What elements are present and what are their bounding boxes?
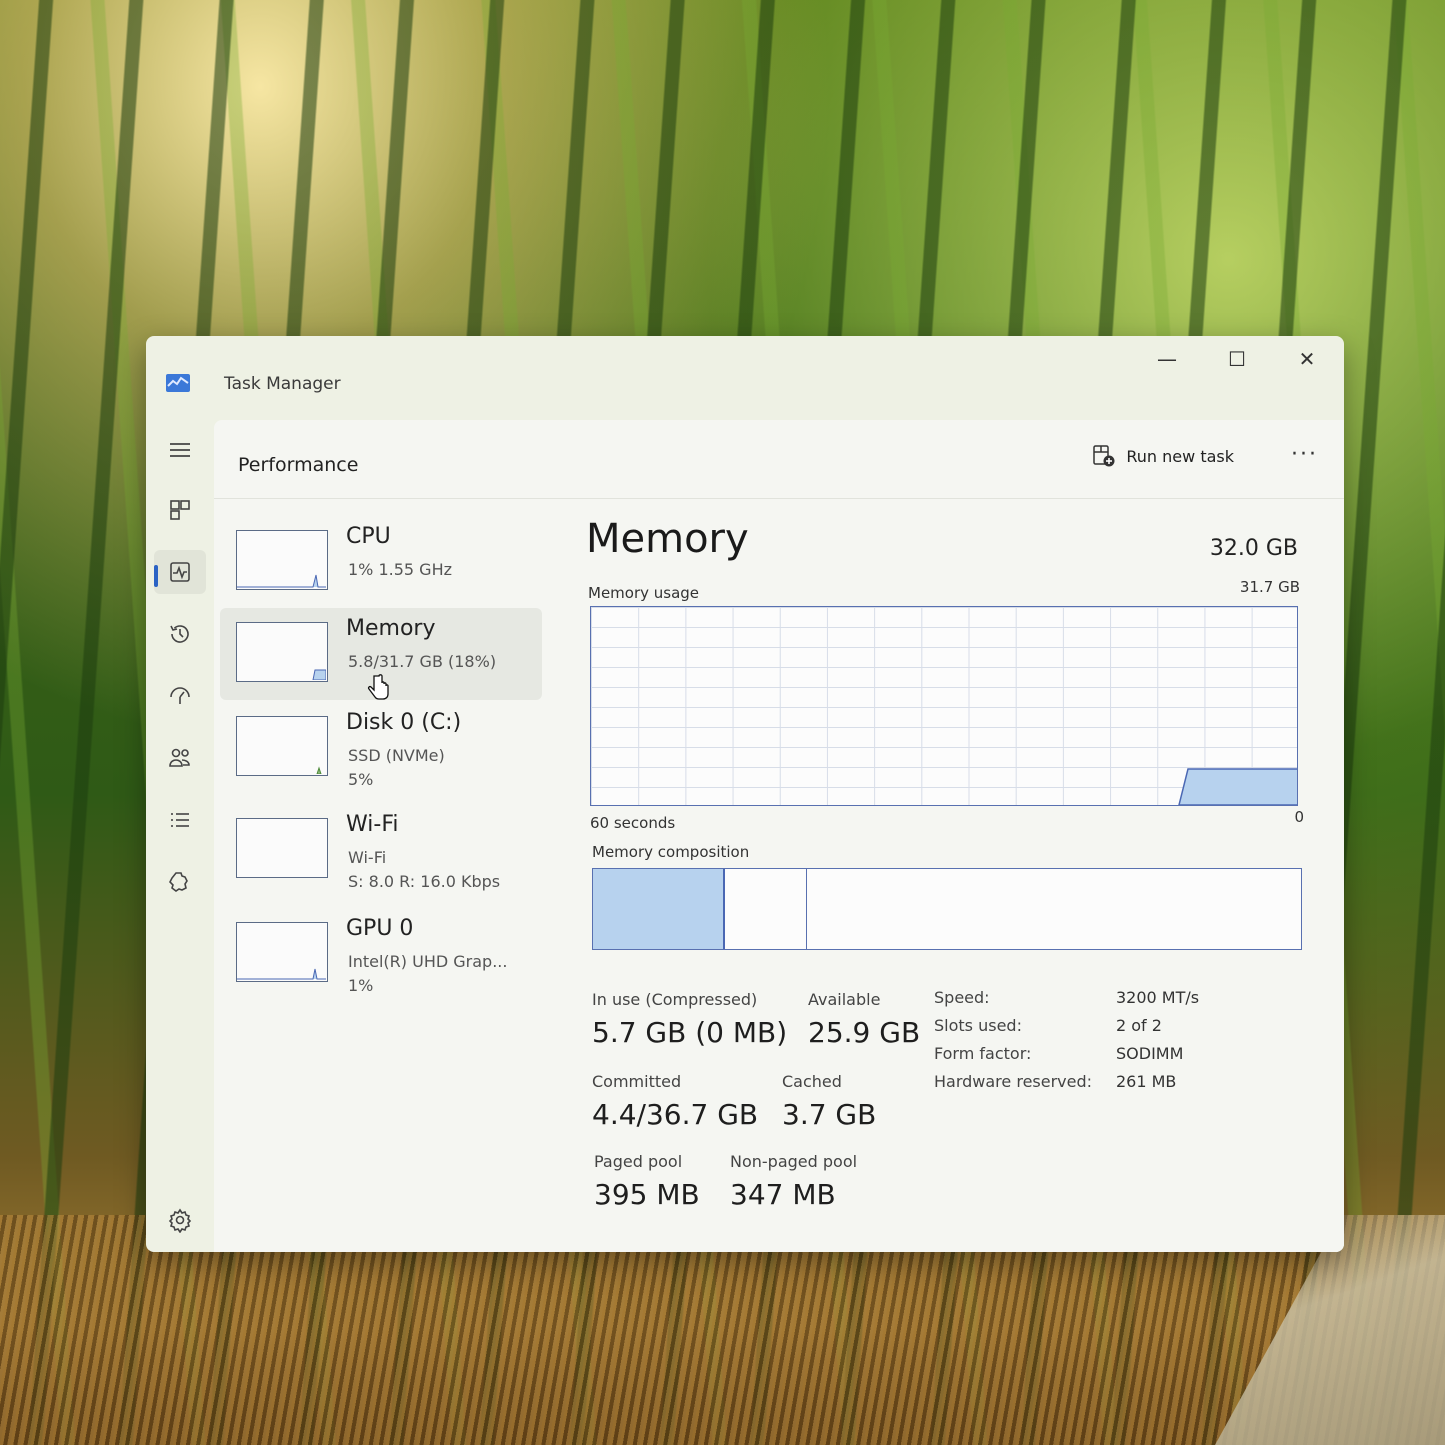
committed-label: Committed <box>592 1072 682 1091</box>
form-factor-value: SODIMM <box>1116 1044 1184 1063</box>
processes-icon[interactable] <box>154 488 206 532</box>
close-button[interactable]: ✕ <box>1282 344 1332 374</box>
performance-icon[interactable] <box>154 550 206 594</box>
form-factor-label: Form factor: <box>934 1044 1032 1063</box>
slots-used-value: 2 of 2 <box>1116 1016 1162 1035</box>
in-use-label: In use (Compressed) <box>592 990 758 1009</box>
resource-name: Memory <box>346 616 436 641</box>
in-use-value: 5.7 GB (0 MB) <box>592 1016 788 1049</box>
task-manager-window: Task Manager — ☐ ✕ Performance Run new t… <box>146 336 1344 1252</box>
paged-pool-value: 395 MB <box>594 1178 700 1211</box>
window-title: Task Manager <box>224 374 341 394</box>
resource-item-memory[interactable]: Memory 5.8/31.7 GB (18%) <box>220 608 542 700</box>
committed-value: 4.4/36.7 GB <box>592 1098 759 1131</box>
memory-composition-label: Memory composition <box>592 843 750 861</box>
users-icon[interactable] <box>154 736 206 780</box>
speed-value: 3200 MT/s <box>1116 988 1200 1007</box>
nav-rail <box>146 420 214 1252</box>
resource-item-cpu[interactable]: CPU 1% 1.55 GHz <box>220 516 542 608</box>
memory-usage-area <box>1178 768 1297 805</box>
graph-axis-left: 60 seconds <box>590 814 676 832</box>
memory-composition-bar <box>592 868 1302 950</box>
resource-detail-2: S: 8.0 R: 16.0 Kbps <box>348 872 501 891</box>
resource-detail: 5.8/31.7 GB (18%) <box>348 652 497 671</box>
available-value: 25.9 GB <box>808 1016 921 1049</box>
resource-detail: 1% 1.55 GHz <box>348 560 453 579</box>
content-pane: Performance Run new task ··· CPU 1% 1.55… <box>214 420 1344 1252</box>
non-paged-pool-label: Non-paged pool <box>730 1152 858 1171</box>
run-task-icon <box>1093 445 1115 467</box>
resource-name: GPU 0 <box>346 916 414 941</box>
available-label: Available <box>808 990 881 1009</box>
active-indicator <box>154 565 158 587</box>
details-icon[interactable] <box>154 798 206 842</box>
cached-label: Cached <box>782 1072 842 1091</box>
memory-thumbnail-graph <box>236 622 328 682</box>
resource-item-disk[interactable]: Disk 0 (C:) SSD (NVMe) 5% <box>220 702 542 794</box>
run-new-task-button[interactable]: Run new task <box>1092 438 1234 474</box>
resource-detail-2: 5% <box>348 770 374 789</box>
task-manager-app-icon <box>166 374 190 392</box>
resource-detail: Intel(R) UHD Grap... <box>348 952 508 971</box>
cached-value: 3.7 GB <box>782 1098 877 1131</box>
slots-used-label: Slots used: <box>934 1016 1022 1035</box>
memory-heading: Memory <box>586 516 749 562</box>
hand-cursor-icon <box>367 674 389 700</box>
resource-detail: Wi-Fi <box>348 848 387 867</box>
composition-in-use <box>593 869 725 949</box>
memory-detail-panel: Memory 32.0 GB Memory usage 31.7 GB 60 s… <box>586 498 1304 1252</box>
disk-thumbnail-graph <box>236 716 328 776</box>
non-paged-pool-value: 347 MB <box>730 1178 836 1211</box>
resource-item-gpu[interactable]: GPU 0 Intel(R) UHD Grap... 1% <box>220 908 542 1000</box>
app-history-icon[interactable] <box>154 612 206 656</box>
cpu-thumbnail-graph <box>236 530 328 590</box>
hardware-reserved-value: 261 MB <box>1116 1072 1177 1091</box>
page-header: Performance Run new task ··· <box>214 420 1344 499</box>
graph-axis-right: 0 <box>1294 808 1304 826</box>
speed-label: Speed: <box>934 988 990 1007</box>
resource-detail: SSD (NVMe) <box>348 746 445 765</box>
more-options-button[interactable]: ··· <box>1291 442 1318 467</box>
composition-modified <box>725 869 807 949</box>
gpu-thumbnail-graph <box>236 922 328 982</box>
hamburger-menu-icon[interactable] <box>154 428 206 472</box>
memory-usage-max: 31.7 GB <box>1239 578 1300 596</box>
hardware-reserved-label: Hardware reserved: <box>934 1072 1093 1091</box>
resource-name: Disk 0 (C:) <box>346 710 462 735</box>
paged-pool-label: Paged pool <box>594 1152 683 1171</box>
run-task-label: Run new task <box>1126 446 1234 466</box>
minimize-button[interactable]: — <box>1142 344 1192 374</box>
wifi-thumbnail-graph <box>236 818 328 878</box>
memory-usage-label: Memory usage <box>588 584 700 602</box>
memory-total: 32.0 GB <box>1209 536 1298 561</box>
title-bar[interactable]: Task Manager — ☐ ✕ <box>146 336 1344 420</box>
resource-name: Wi-Fi <box>346 812 399 837</box>
resource-item-wifi[interactable]: Wi-Fi Wi-Fi S: 8.0 R: 16.0 Kbps <box>220 804 542 896</box>
settings-icon[interactable] <box>154 1198 206 1242</box>
maximize-button[interactable]: ☐ <box>1212 344 1262 374</box>
services-icon[interactable] <box>154 860 206 904</box>
page-title: Performance <box>238 454 359 476</box>
resource-detail-2: 1% <box>348 976 374 995</box>
startup-apps-icon[interactable] <box>154 674 206 718</box>
resource-list: CPU 1% 1.55 GHz Memory 5.8/31.7 GB (18%)… <box>214 498 544 1252</box>
resource-name: CPU <box>346 524 391 549</box>
memory-usage-graph <box>590 606 1298 806</box>
